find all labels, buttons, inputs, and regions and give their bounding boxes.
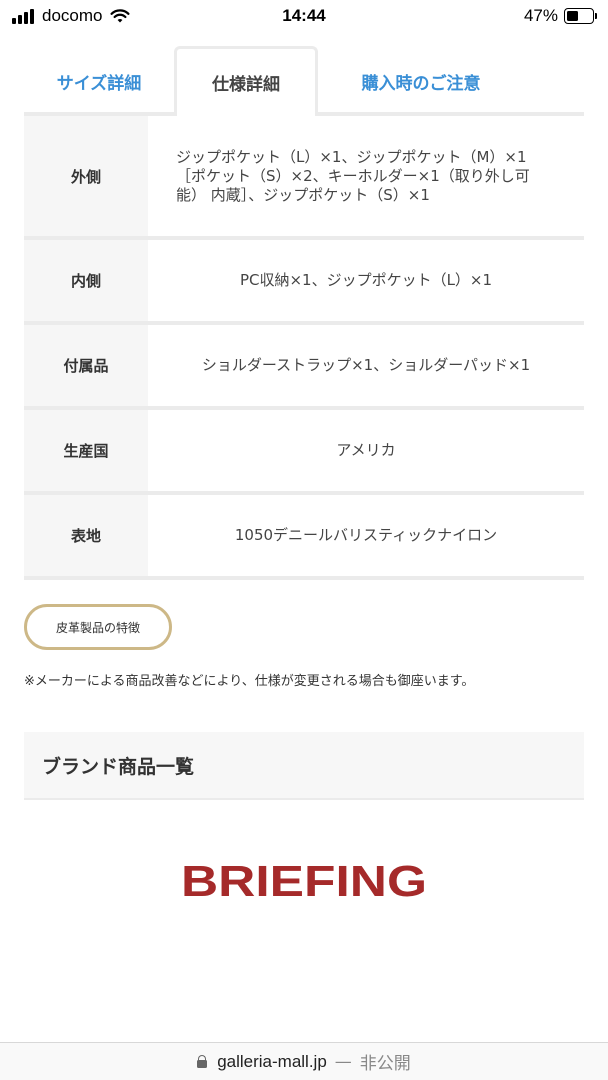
tab-purchase-notes[interactable]: 購入時のご注意 xyxy=(318,48,524,114)
status-bar: docomo 14:44 47% xyxy=(0,0,608,34)
briefing-logo[interactable]: BRIEFING xyxy=(0,850,608,914)
brand-logo-image: BRIEFING xyxy=(181,857,427,906)
brand-products-header[interactable]: ブランド商品一覧 xyxy=(24,732,584,800)
spec-row-accessories: 付属品 ショルダーストラップ×1、ショルダーパッド×1 xyxy=(24,325,584,410)
spec-label: 外側 xyxy=(24,116,148,236)
spec-row-exterior: 外側 ジップポケット（L）×1、ジップポケット（M）×1［ポケット（S）×2、キ… xyxy=(24,116,584,240)
lock-icon xyxy=(197,1055,208,1068)
spec-table: 外側 ジップポケット（L）×1、ジップポケット（M）×1［ポケット（S）×2、キ… xyxy=(24,116,584,580)
leather-features-button[interactable]: 皮革製品の特徴 xyxy=(24,604,172,650)
battery-percent: 47% xyxy=(523,6,558,25)
spec-change-notice: ※メーカーによる商品改善などにより、仕様が変更される場合も御座います。 xyxy=(24,674,475,689)
spec-value: ショルダーストラップ×1、ショルダーパッド×1 xyxy=(201,356,531,374)
spec-label: 表地 xyxy=(24,495,148,576)
tab-size-details[interactable]: サイズ詳細 xyxy=(24,48,174,114)
brand-section-title: ブランド商品一覧 xyxy=(42,755,195,778)
url-bar[interactable]: galleria-mall.jp — 非公開 xyxy=(0,1042,608,1080)
spec-label: 内側 xyxy=(24,240,148,321)
svg-text:BRIEFING: BRIEFING xyxy=(181,857,427,906)
spec-label: 付属品 xyxy=(24,325,148,406)
spec-tabs: サイズ詳細 仕様詳細 購入時のご注意 xyxy=(24,46,584,116)
spec-row-interior: 内側 PC収納×1、ジップポケット（L）×1 xyxy=(24,240,584,325)
spec-value: PC収納×1、ジップポケット（L）×1 xyxy=(239,271,493,289)
url-separator: — xyxy=(334,1051,352,1072)
url-host: galleria-mall.jp xyxy=(217,1051,327,1071)
spec-value: アメリカ xyxy=(336,441,396,459)
tab-spec-details[interactable]: 仕様詳細 xyxy=(174,46,318,116)
battery-icon xyxy=(564,8,597,24)
spec-value: ジップポケット（L）×1、ジップポケット（M）×1［ポケット（S）×2、キーホル… xyxy=(176,147,530,204)
spec-row-material: 表地 1050デニールバリスティックナイロン xyxy=(24,495,584,580)
spec-value: 1050デニールバリスティックナイロン xyxy=(234,526,498,544)
spec-row-country: 生産国 アメリカ xyxy=(24,410,584,495)
spec-label: 生産国 xyxy=(24,410,148,491)
url-privacy-status: 非公開 xyxy=(359,1054,411,1074)
status-time: 14:44 xyxy=(282,6,326,25)
